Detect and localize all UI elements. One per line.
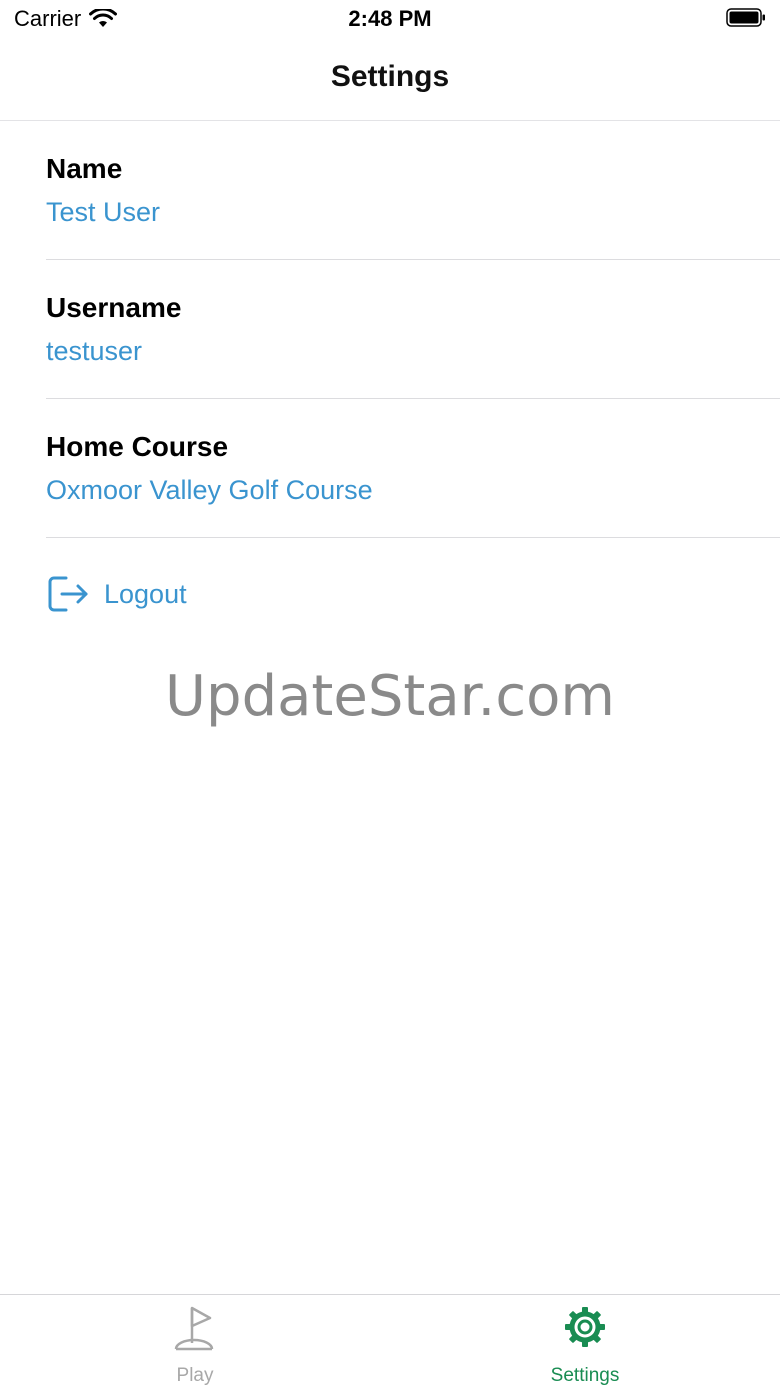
home-course-label: Home Course: [46, 431, 229, 462]
username-label: Username: [46, 292, 182, 323]
battery-icon: [726, 8, 765, 27]
settings-row-home-course[interactable]: Home Course Oxmoor Valley Golf Course: [46, 399, 780, 538]
watermark-text: UpdateStar.com: [165, 664, 615, 729]
logout-button[interactable]: Logout: [46, 574, 187, 614]
page-title: Settings: [330, 60, 450, 93]
tab-settings[interactable]: Settings: [390, 1295, 780, 1388]
logout-icon: [48, 576, 88, 612]
golf-flag-icon: [174, 1306, 214, 1351]
tab-play-label: Play: [176, 1365, 214, 1386]
name-label: Name: [46, 153, 123, 184]
status-bar: Carrier 2:48 PM: [0, 0, 780, 40]
username-value[interactable]: testuser: [46, 336, 142, 367]
status-time: 2:48 PM: [348, 6, 432, 31]
navigation-bar: Settings: [0, 40, 780, 121]
gear-icon: [565, 1307, 605, 1347]
tab-bar: Play Settings: [0, 1294, 780, 1388]
settings-row-username[interactable]: Username testuser: [46, 260, 780, 399]
tab-settings-label: Settings: [550, 1365, 620, 1386]
tab-play[interactable]: Play: [0, 1295, 390, 1388]
logout-label: Logout: [104, 578, 187, 609]
home-course-value[interactable]: Oxmoor Valley Golf Course: [46, 475, 373, 506]
name-value[interactable]: Test User: [46, 197, 160, 228]
settings-row-name[interactable]: Name Test User: [46, 121, 780, 260]
